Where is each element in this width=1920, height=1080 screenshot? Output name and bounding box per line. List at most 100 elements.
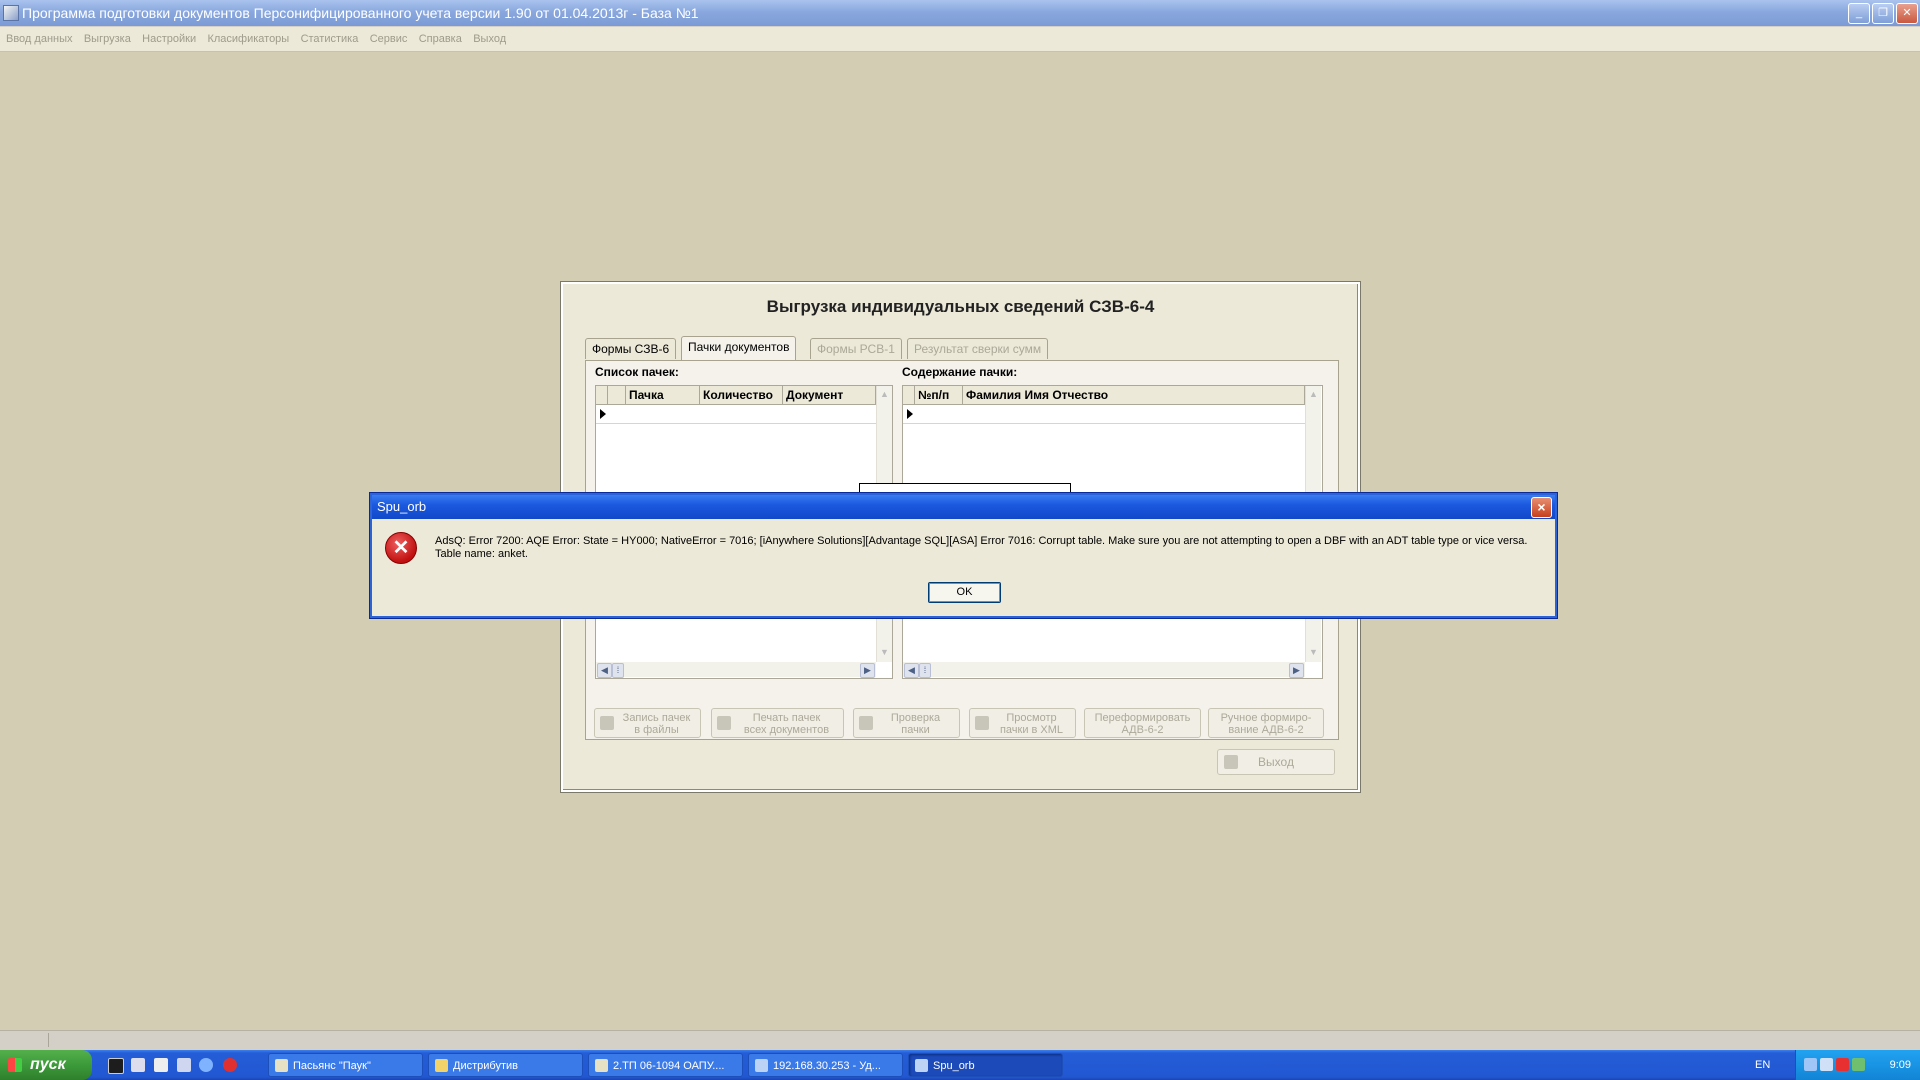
button-label: вание АДВ-6-2 — [1228, 724, 1304, 736]
taskbar: пуск Пасьянс "Паук" Дистрибутив 2.ТП 06-… — [0, 1050, 1920, 1080]
printer-icon — [717, 716, 731, 730]
tab-document-packs[interactable]: Пачки документов — [681, 336, 797, 360]
menu-data-entry[interactable]: Ввод данных — [2, 27, 77, 51]
exit-icon — [1224, 755, 1238, 769]
check-pack-button[interactable]: Проверка пачки — [853, 708, 960, 738]
save-disk-icon[interactable] — [131, 1058, 145, 1072]
menu-help[interactable]: Справка — [415, 27, 466, 51]
clock[interactable]: 9:09 — [1890, 1050, 1911, 1080]
button-label: АДВ-6-2 — [1121, 724, 1164, 736]
view-xml-button[interactable]: Просмотр пачки в XML — [969, 708, 1076, 738]
scroll-thumb[interactable]: ⁞ — [919, 663, 931, 678]
write-packs-button[interactable]: Запись пачек в файлы — [594, 708, 701, 738]
column-number[interactable]: №п/п — [915, 386, 963, 404]
tab-reconciliation[interactable]: Результат сверки сумм — [907, 338, 1049, 359]
start-button[interactable]: пуск — [0, 1050, 92, 1080]
opera-icon[interactable] — [223, 1058, 237, 1072]
task-label: 2.ТП 06-1094 ОАПУ.... — [613, 1060, 725, 1072]
column-quantity[interactable]: Количество — [700, 386, 783, 404]
column-document[interactable]: Документ — [783, 386, 876, 404]
menu-statistics[interactable]: Статистика — [297, 27, 363, 51]
exit-button-label: Выход — [1258, 755, 1294, 769]
task-distributive[interactable]: Дистрибутив — [428, 1053, 583, 1077]
task-remote-desktop[interactable]: 192.168.30.253 - Уд... — [748, 1053, 903, 1077]
exit-button[interactable]: Выход — [1217, 749, 1335, 775]
scroll-up-icon[interactable]: ▲ — [878, 388, 891, 401]
scroll-right-icon[interactable]: ▶ — [1289, 663, 1304, 678]
system-tray: 9:09 — [1795, 1050, 1920, 1080]
task-label: Spu_orb — [933, 1060, 975, 1072]
spu-orb-icon — [915, 1059, 928, 1072]
grid-indicator-header — [903, 386, 915, 404]
menu-service[interactable]: Сервис — [366, 27, 412, 51]
start-label: пуск — [30, 1056, 66, 1073]
task-spu-orb[interactable]: Spu_orb — [908, 1053, 1063, 1077]
window-title: Программа подготовки документов Персониф… — [22, 5, 699, 21]
grid-spacer-header — [608, 386, 626, 404]
print-packs-button[interactable]: Печать пачек всех документов — [711, 708, 844, 738]
scroll-down-icon[interactable]: ▼ — [1307, 646, 1320, 659]
task-label: Дистрибутив — [453, 1060, 518, 1072]
menu-exit[interactable]: Выход — [469, 27, 510, 51]
scroll-down-icon[interactable]: ▼ — [878, 646, 891, 659]
scroll-up-icon[interactable]: ▲ — [1307, 388, 1320, 401]
calculator-icon[interactable] — [177, 1058, 191, 1072]
tray-app-icon[interactable] — [1852, 1058, 1865, 1071]
button-label: Ручное формиро- — [1220, 712, 1312, 724]
spider-solitaire-icon — [275, 1059, 288, 1072]
main-title-bar: Программа подготовки документов Персониф… — [0, 0, 1920, 26]
contents-horizontal-scrollbar[interactable]: ◀ ⁞ ▶ — [903, 662, 1305, 678]
task-label: 192.168.30.253 - Уд... — [773, 1060, 881, 1072]
scroll-thumb[interactable]: ⁞ — [612, 663, 624, 678]
table-row[interactable] — [596, 405, 876, 424]
document-icon — [595, 1059, 608, 1072]
error-title-bar: Spu_orb × — [372, 495, 1555, 519]
network-icon[interactable] — [1804, 1058, 1817, 1071]
restore-button[interactable]: ❐ — [1872, 3, 1894, 24]
menu-classifiers[interactable]: Класификаторы — [203, 27, 293, 51]
error-dialog: Spu_orb × ✕ AdsQ: Error 7200: AQE Error:… — [370, 493, 1557, 618]
error-x-icon: ✕ — [385, 532, 417, 564]
manual-adv-button[interactable]: Ручное формиро- вание АДВ-6-2 — [1208, 708, 1324, 738]
packs-list-label: Список пачек: — [595, 365, 679, 379]
scroll-right-icon[interactable]: ▶ — [860, 663, 875, 678]
menu-bar: Ввод данных Выгрузка Настройки Класифика… — [0, 27, 1920, 52]
pack-contents-header: №п/п Фамилия Имя Отчество — [903, 386, 1305, 405]
reform-adv-button[interactable]: Переформировать АДВ-6-2 — [1084, 708, 1201, 738]
button-label: Печать пачек — [752, 712, 821, 724]
tab-forms-szv6[interactable]: Формы СЗВ-6 — [585, 338, 677, 359]
cmd-icon[interactable] — [108, 1058, 124, 1074]
browser-icon[interactable] — [199, 1058, 213, 1072]
task-label: Пасьянс "Паук" — [293, 1060, 371, 1072]
scroll-left-icon[interactable]: ◀ — [904, 663, 919, 678]
grid-indicator-header — [596, 386, 608, 404]
tab-forms-rsv1[interactable]: Формы РСВ-1 — [810, 338, 902, 359]
error-message-line2: Table name: anket. — [435, 548, 528, 560]
menu-settings[interactable]: Настройки — [138, 27, 200, 51]
scroll-left-icon[interactable]: ◀ — [597, 663, 612, 678]
pack-contents-label: Содержание пачки: — [902, 365, 1018, 379]
column-full-name[interactable]: Фамилия Имя Отчество — [963, 386, 1305, 404]
xml-view-icon — [975, 716, 989, 730]
task-spider-solitaire[interactable]: Пасьянс "Паук" — [268, 1053, 423, 1077]
row-pointer-icon — [907, 409, 913, 419]
minimize-button[interactable]: _ — [1848, 3, 1870, 24]
table-row[interactable] — [903, 405, 1305, 424]
column-pack[interactable]: Пачка — [626, 386, 700, 404]
row-pointer-icon — [600, 409, 606, 419]
antivirus-icon[interactable] — [1836, 1058, 1849, 1071]
notepad-icon[interactable] — [154, 1058, 168, 1072]
menu-export[interactable]: Выгрузка — [80, 27, 135, 51]
task-document[interactable]: 2.ТП 06-1094 ОАПУ.... — [588, 1053, 743, 1077]
help-icon[interactable] — [1820, 1058, 1833, 1071]
ok-button[interactable]: OK — [928, 582, 1001, 603]
export-dialog-title: Выгрузка индивидуальных сведений СЗВ-6-4 — [766, 297, 1155, 316]
packs-horizontal-scrollbar[interactable]: ◀ ⁞ ▶ — [596, 662, 876, 678]
close-icon[interactable]: × — [1531, 497, 1552, 518]
status-bar — [0, 1030, 1920, 1049]
remote-desktop-icon — [755, 1059, 768, 1072]
error-message: AdsQ: Error 7200: AQE Error: State = HY0… — [435, 535, 1545, 561]
language-indicator[interactable]: EN — [1755, 1050, 1770, 1080]
close-button[interactable]: ✕ — [1896, 3, 1918, 24]
app-icon — [3, 5, 19, 21]
